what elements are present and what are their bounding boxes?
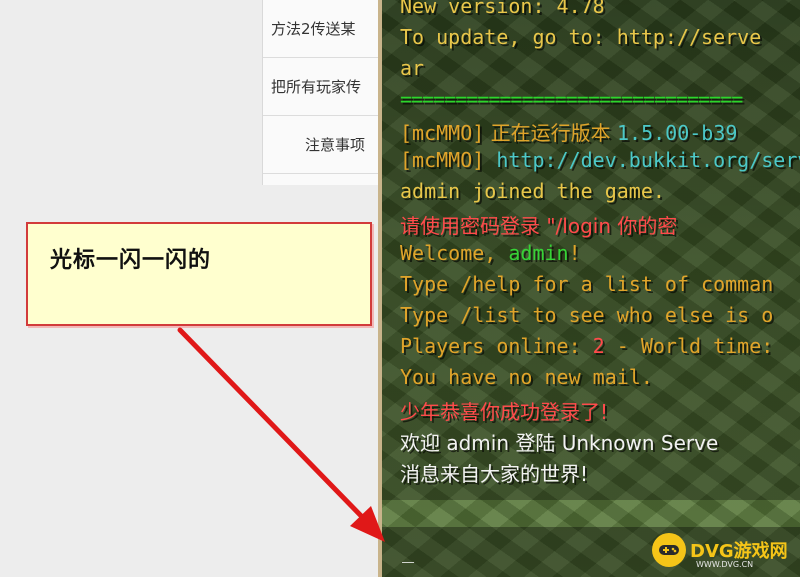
gamepad-icon (652, 533, 686, 567)
watermark-logo: DVG游戏网 WWW.DVG.CN (652, 530, 788, 570)
watermark-url: WWW.DVG.CN (696, 560, 754, 569)
annotation-arrow (177, 327, 385, 542)
gamepad-glyph (659, 545, 679, 555)
arrow-shaft (177, 327, 373, 528)
